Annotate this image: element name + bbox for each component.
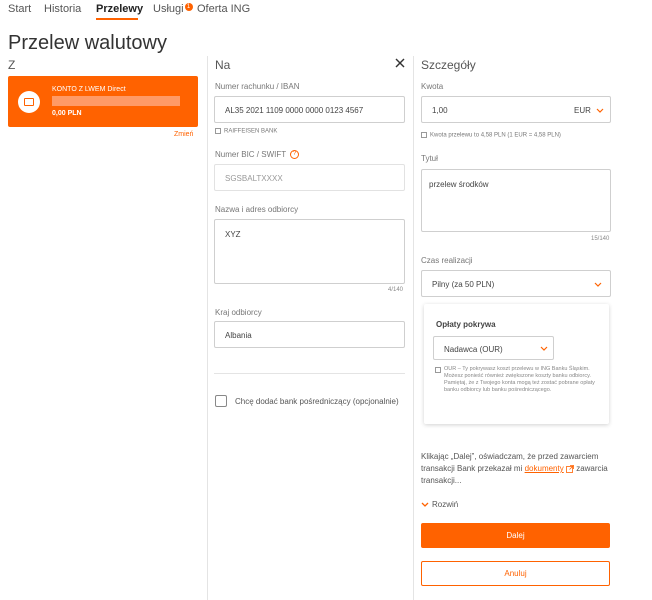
title-label: Tytuł bbox=[421, 154, 438, 163]
fees-value: Nadawca (OUR) bbox=[444, 345, 503, 354]
amount-input[interactable]: 1,00 EUR bbox=[421, 96, 611, 123]
change-account-link[interactable]: Zmień bbox=[174, 131, 193, 138]
help-icon[interactable]: ? bbox=[290, 150, 299, 159]
info-icon bbox=[421, 132, 427, 138]
wallet-icon bbox=[18, 91, 40, 113]
iban-input[interactable]: AL35 2021 1109 0000 0000 0123 4567 bbox=[214, 96, 405, 123]
title-value: przelew środków bbox=[429, 180, 489, 189]
chevron-down-icon[interactable] bbox=[594, 282, 602, 288]
bic-value: SGSBALTXXXX bbox=[225, 174, 283, 183]
nav-item-uslugi-label: Usługi bbox=[153, 3, 184, 15]
nav-item-przelewy[interactable]: Przelewy bbox=[96, 3, 143, 15]
consent-text: Klikając „Dalej”, oświadczam, że przed z… bbox=[421, 451, 611, 487]
bank-name-text: RAIFFEISEN BANK bbox=[224, 128, 278, 135]
page-title: Przelew walutowy bbox=[8, 32, 167, 54]
column-separator bbox=[413, 56, 414, 600]
recipient-value: XYZ bbox=[225, 230, 241, 239]
country-select[interactable]: Albania bbox=[214, 321, 405, 348]
fees-panel: Opłaty pokrywa Nadawca (OUR) OUR – Ty po… bbox=[424, 304, 609, 424]
from-heading: Z bbox=[8, 58, 16, 72]
top-navigation: Start Historia Przelewy Usługi 1 Oferta I… bbox=[0, 0, 652, 22]
recipient-textarea[interactable]: XYZ bbox=[214, 219, 405, 284]
column-separator bbox=[207, 56, 208, 600]
active-tab-indicator bbox=[96, 18, 138, 20]
nav-item-historia[interactable]: Historia bbox=[44, 3, 81, 15]
next-button[interactable]: Dalej bbox=[421, 523, 610, 548]
documents-link[interactable]: dokumenty bbox=[525, 464, 564, 473]
bic-label: Numer BIC / SWIFT bbox=[215, 150, 287, 159]
external-link-icon[interactable] bbox=[566, 464, 574, 473]
cancel-button[interactable]: Anuluj bbox=[421, 561, 610, 586]
intermediary-bank-checkbox[interactable] bbox=[215, 395, 227, 407]
account-balance: 0,00 PLN bbox=[52, 110, 82, 117]
bic-input[interactable]: SGSBALTXXXX bbox=[214, 164, 405, 191]
bank-icon bbox=[215, 128, 221, 134]
fees-title: Opłaty pokrywa bbox=[436, 320, 496, 329]
chevron-down-icon[interactable] bbox=[596, 108, 604, 114]
iban-value: AL35 2021 1109 0000 0000 0123 4567 bbox=[225, 106, 364, 115]
amount-label: Kwota bbox=[421, 82, 444, 91]
to-heading: Na bbox=[215, 58, 231, 72]
bank-name: RAIFFEISEN BANK bbox=[215, 128, 277, 135]
currency-select[interactable]: EUR bbox=[574, 106, 591, 115]
notification-badge: 1 bbox=[184, 3, 193, 11]
iban-label: Numer rachunku / IBAN bbox=[215, 82, 300, 91]
account-name: KONTO Z LWEM Direct bbox=[52, 86, 126, 93]
fees-description: OUR – Ty pokrywasz koszt przelewu w ING … bbox=[444, 366, 595, 393]
recipient-label: Nazwa i adres odbiorcy bbox=[215, 205, 299, 214]
account-number-masked bbox=[52, 96, 180, 106]
details-heading: Szczegóły bbox=[421, 58, 476, 72]
amount-value: 1,00 bbox=[432, 106, 448, 115]
conversion-note: Kwota przelewu to 4,58 PLN (1 EUR = 4,58… bbox=[421, 132, 561, 139]
title-textarea[interactable]: przelew środków bbox=[421, 169, 611, 232]
country-label: Kraj odbiorcy bbox=[215, 308, 262, 317]
execution-label: Czas realizacji bbox=[421, 256, 473, 265]
nav-item-oferta[interactable]: Oferta ING bbox=[197, 3, 250, 15]
execution-value: Pilny (za 50 PLN) bbox=[432, 280, 495, 289]
info-icon bbox=[435, 367, 441, 373]
chevron-down-icon[interactable] bbox=[540, 346, 548, 352]
country-value: Albania bbox=[225, 331, 252, 340]
divider bbox=[214, 373, 405, 374]
recipient-counter: 4/140 bbox=[388, 287, 404, 293]
intermediary-bank-label: Chcę dodać bank pośredniczący (opcjonaln… bbox=[235, 397, 399, 406]
account-card[interactable]: KONTO Z LWEM Direct 0,00 PLN bbox=[8, 76, 198, 127]
fees-select[interactable]: Nadawca (OUR) bbox=[433, 336, 554, 360]
conversion-note-text: Kwota przelewu to 4,58 PLN (1 EUR = 4,58… bbox=[430, 132, 561, 139]
expand-label: Rozwiń bbox=[432, 500, 459, 509]
nav-item-uslugi[interactable]: Usługi 1 bbox=[153, 3, 193, 15]
execution-select[interactable]: Pilny (za 50 PLN) bbox=[421, 270, 611, 297]
chevron-down-icon bbox=[421, 502, 429, 507]
nav-item-start[interactable]: Start bbox=[8, 3, 31, 15]
close-icon[interactable] bbox=[393, 56, 407, 70]
title-counter: 15/140 bbox=[591, 236, 610, 242]
expand-toggle[interactable]: Rozwiń bbox=[421, 500, 458, 509]
